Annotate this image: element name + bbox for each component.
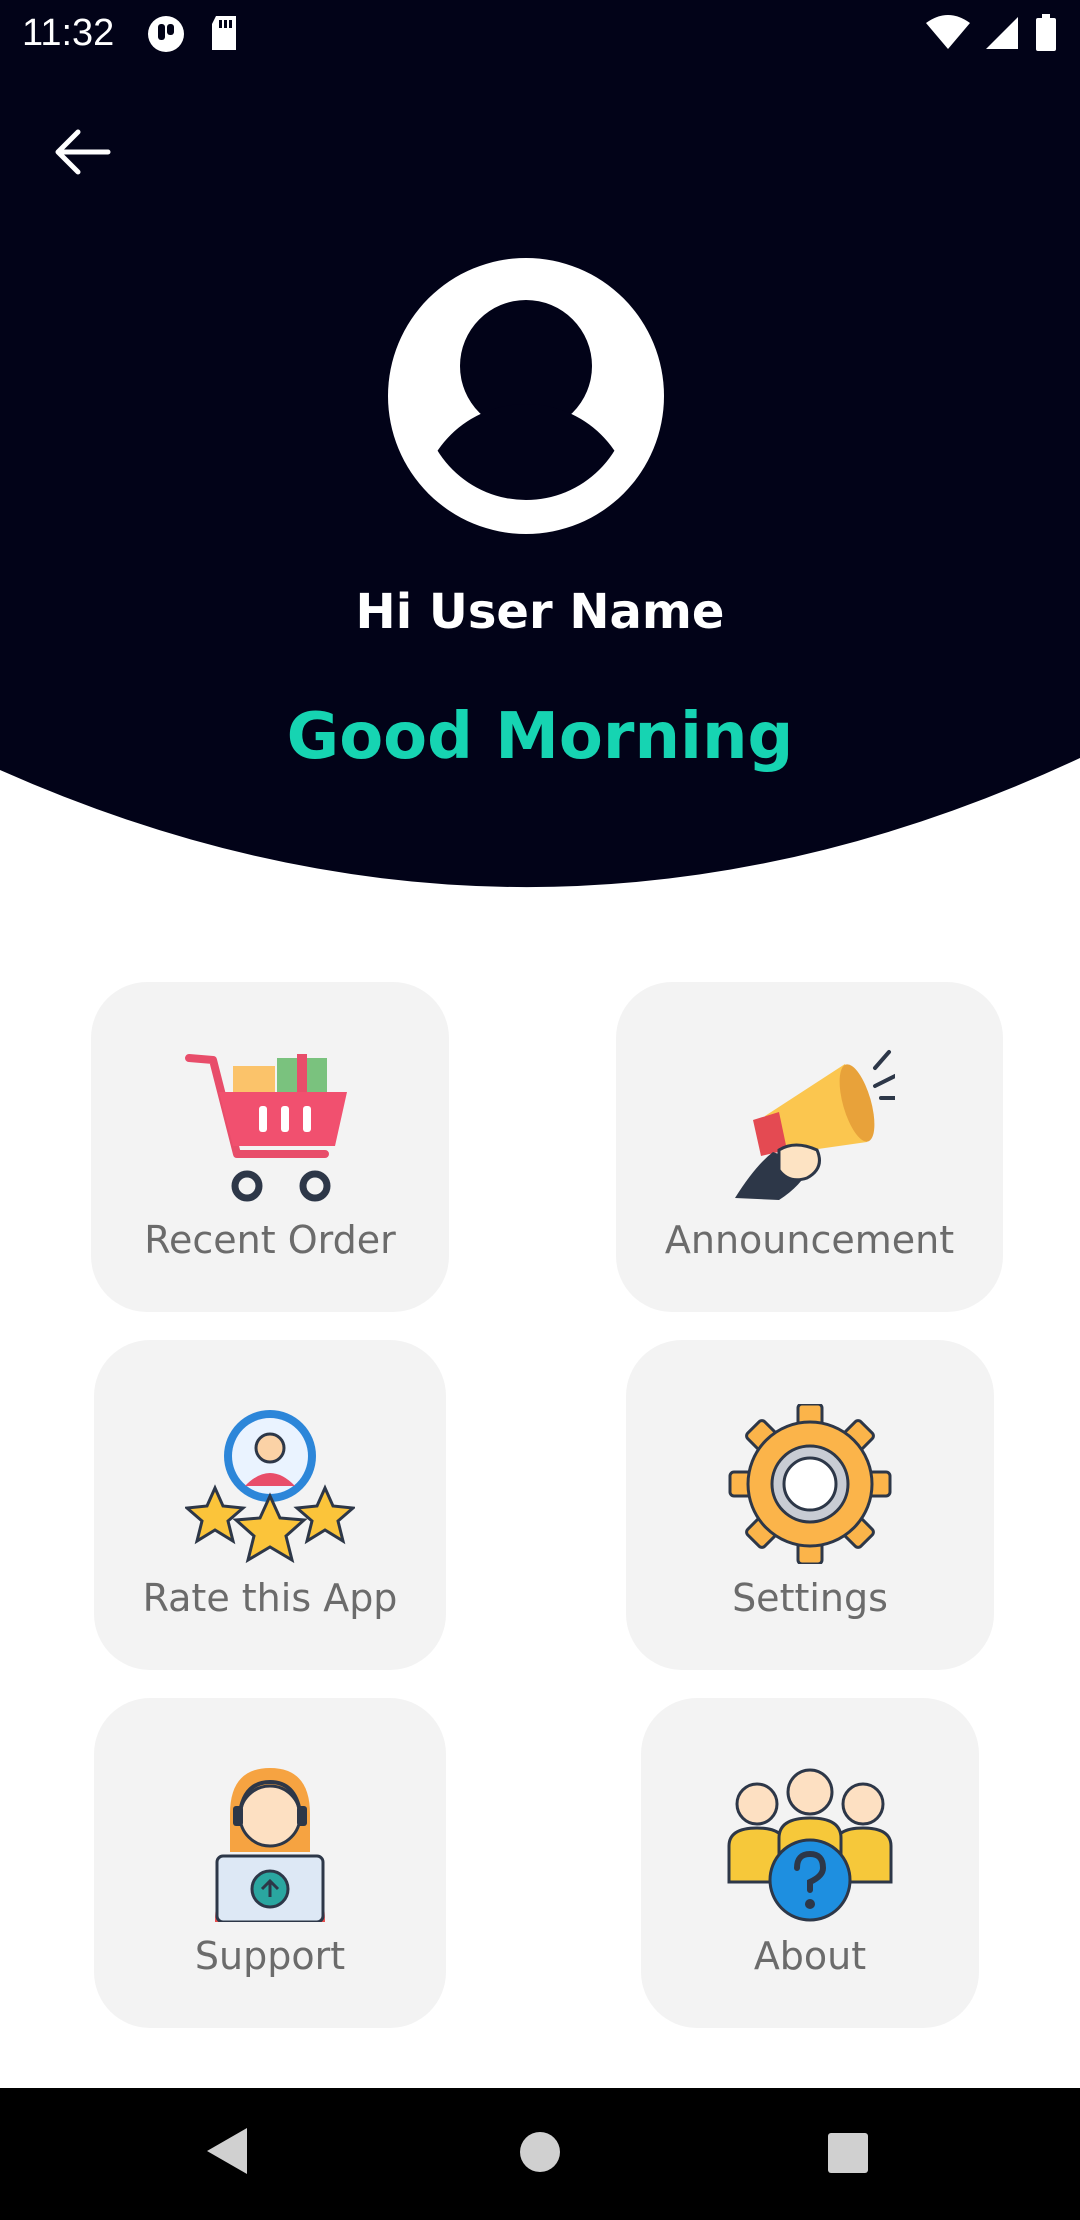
settings-card[interactable]: Settings	[626, 1340, 994, 1670]
megaphone-icon	[734, 1050, 895, 1200]
nav-recent-apps-icon[interactable]	[827, 2132, 869, 2174]
settings-label: Settings	[732, 1576, 888, 1620]
status-bar: 11:32	[0, 0, 1080, 66]
profile-header: 11:32 Hi User Name Good Morning	[0, 0, 1080, 920]
gear-icon	[728, 1404, 892, 1564]
user-avatar-icon[interactable]	[388, 258, 664, 534]
arrow-left-icon	[55, 129, 111, 175]
nav-home-icon[interactable]	[518, 2130, 562, 2174]
system-navigation-bar	[0, 2088, 1080, 2220]
announcement-card[interactable]: Announcement	[616, 982, 1003, 1312]
about-group-icon	[727, 1768, 893, 1922]
status-time: 11:32	[22, 12, 115, 54]
time-of-day-text: Good Morning	[286, 700, 794, 774]
nav-back-icon[interactable]	[205, 2126, 249, 2176]
shopping-cart-icon	[185, 1054, 347, 1202]
wifi-icon	[926, 15, 970, 49]
rate-app-label: Rate this App	[142, 1576, 398, 1620]
support-label: Support	[194, 1934, 346, 1978]
greeting-text: Hi User Name	[355, 584, 725, 640]
support-card[interactable]: Support	[94, 1698, 446, 2028]
support-agent-icon	[215, 1768, 325, 1922]
rate-app-card[interactable]: Rate this App	[94, 1340, 446, 1670]
back-button[interactable]	[46, 116, 118, 188]
recent-order-card[interactable]: Recent Order	[91, 982, 449, 1312]
battery-icon	[1036, 14, 1056, 51]
recent-order-label: Recent Order	[144, 1218, 396, 1262]
cell-signal-icon	[986, 17, 1018, 49]
about-label: About	[753, 1934, 867, 1978]
rating-stars-icon	[185, 1410, 355, 1564]
announcement-label: Announcement	[664, 1218, 955, 1262]
about-card[interactable]: About	[641, 1698, 979, 2028]
sd-card-icon	[212, 16, 236, 50]
notification-app-icon	[148, 16, 184, 52]
